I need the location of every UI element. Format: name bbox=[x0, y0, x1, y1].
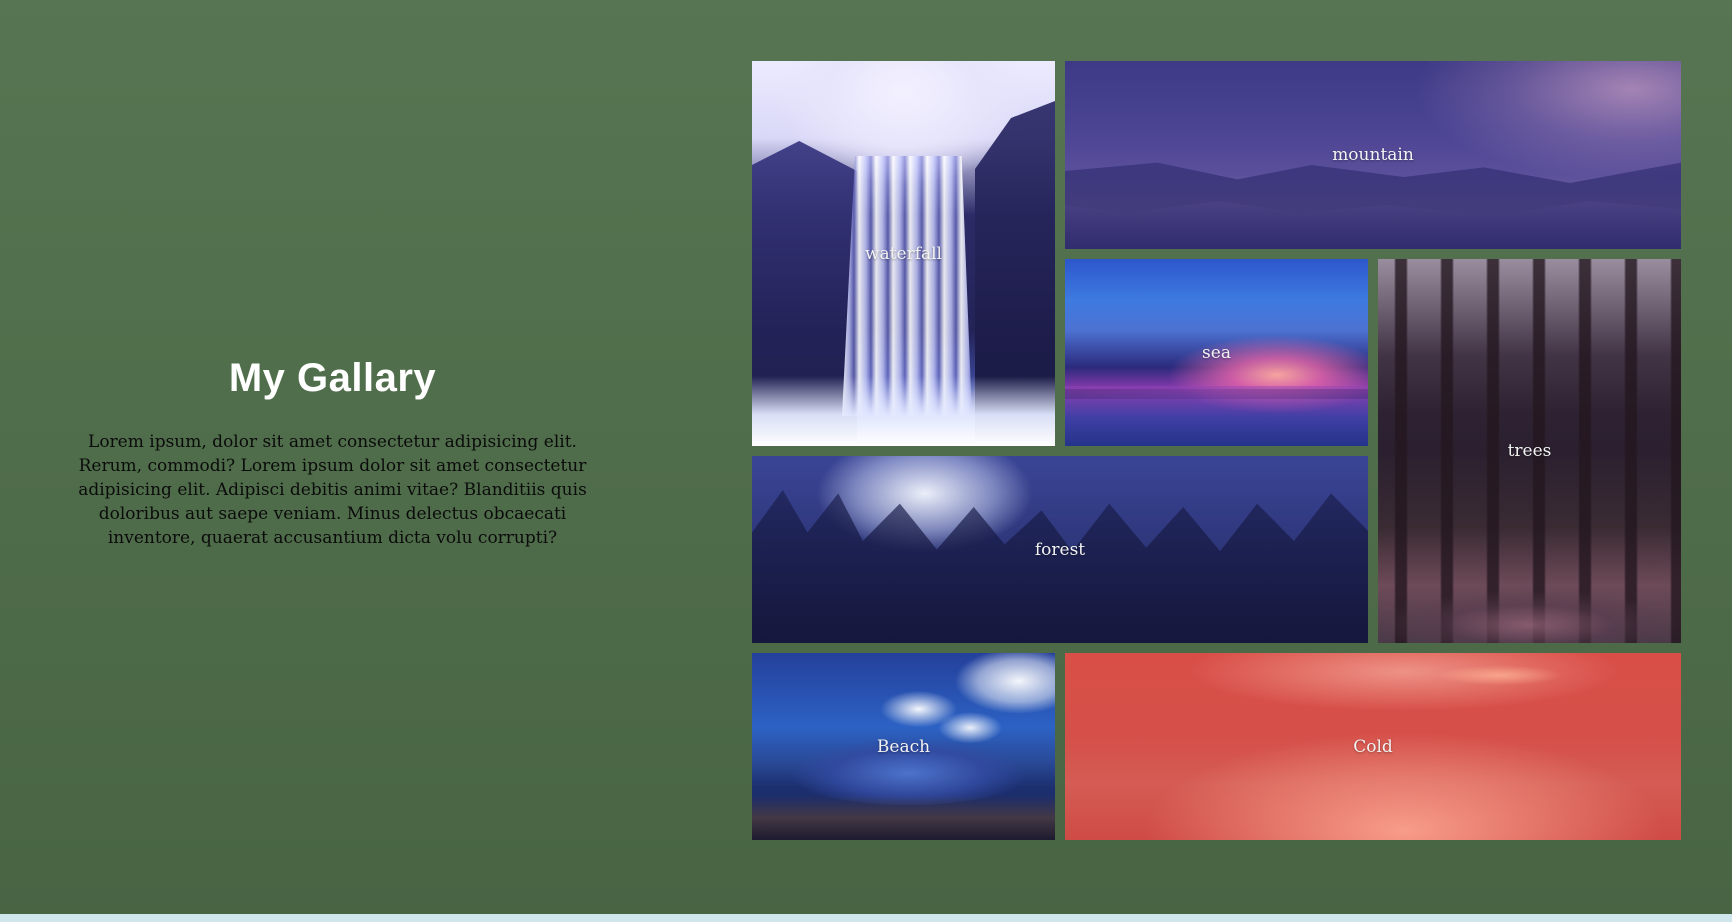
gallery-tile-label: waterfall bbox=[864, 243, 942, 264]
gallery-tile-label: Beach bbox=[876, 736, 931, 757]
beach-shore bbox=[752, 795, 1055, 840]
intro-description: Lorem ipsum, dolor sit amet consectetur … bbox=[78, 432, 587, 548]
gallery-tile-trees[interactable]: trees bbox=[1378, 259, 1681, 643]
bottom-strip bbox=[0, 914, 1732, 922]
trees-path bbox=[1378, 553, 1681, 643]
gallery-tile-forest[interactable]: forest bbox=[752, 456, 1368, 643]
gallery-tile-label: sea bbox=[1202, 342, 1231, 363]
sea-reflection bbox=[1065, 386, 1368, 446]
gallery-tile-label: trees bbox=[1507, 441, 1552, 461]
gallery-tile-mountain[interactable]: mountain bbox=[1065, 61, 1681, 249]
gallery-tile-label: forest bbox=[1034, 539, 1086, 560]
gallery-tile-sea[interactable]: sea bbox=[1065, 259, 1368, 446]
gallery-tile-label: Cold bbox=[1353, 736, 1393, 757]
intro-section: My Gallary Lorem ipsum, dolor sit amet c… bbox=[60, 350, 605, 550]
gallery-grid: waterfall mountain sea trees forest Beac… bbox=[752, 61, 1684, 841]
gallery-tile-beach[interactable]: Beach bbox=[752, 653, 1055, 840]
page-title: My Gallary bbox=[228, 356, 437, 400]
waterfall-spray bbox=[752, 376, 1055, 446]
cold-cloud bbox=[1425, 661, 1575, 687]
gallery-tile-cold[interactable]: Cold bbox=[1065, 653, 1681, 840]
gallery-tile-label: mountain bbox=[1332, 145, 1414, 165]
gallery-tile-waterfall[interactable]: waterfall bbox=[752, 61, 1055, 446]
